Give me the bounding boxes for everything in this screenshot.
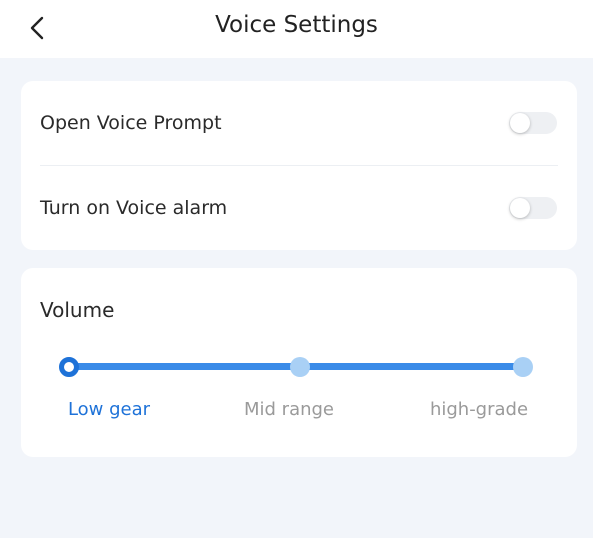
voice-prompt-toggle[interactable] [509, 112, 557, 134]
volume-stop-mid[interactable] [290, 357, 310, 377]
volume-slider[interactable]: Low gear Mid range high-grade [21, 268, 577, 457]
header-bar: Voice Settings [0, 0, 593, 58]
toggle-knob [510, 113, 530, 133]
setting-label-voice-prompt: Open Voice Prompt [40, 112, 222, 134]
voice-toggles-card: Open Voice Prompt Turn on Voice alarm [21, 81, 577, 250]
volume-label-high[interactable]: high-grade [430, 399, 528, 420]
setting-label-voice-alarm: Turn on Voice alarm [40, 197, 228, 219]
toggle-knob [510, 198, 530, 218]
page-title: Voice Settings [215, 12, 378, 38]
volume-label-low[interactable]: Low gear [68, 399, 150, 420]
volume-card: Volume Low gear Mid range high-grade [21, 268, 577, 457]
setting-row-voice-alarm: Turn on Voice alarm [40, 166, 558, 250]
voice-alarm-toggle[interactable] [509, 197, 557, 219]
volume-label-mid[interactable]: Mid range [244, 399, 334, 420]
volume-stop-high[interactable] [513, 357, 533, 377]
volume-stop-low[interactable] [59, 357, 79, 377]
setting-row-voice-prompt: Open Voice Prompt [40, 81, 558, 165]
